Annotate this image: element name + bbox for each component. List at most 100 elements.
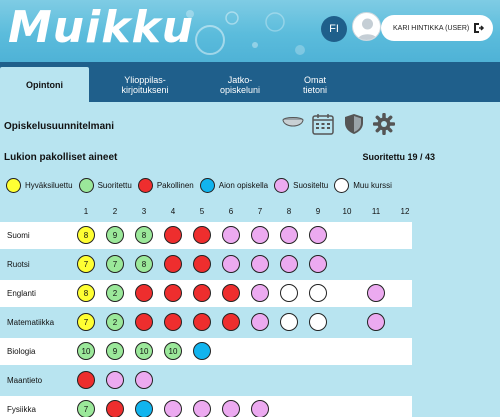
subject-row: Biologia 10 9 10 10 — [0, 338, 412, 365]
legend-dot-green — [78, 178, 94, 193]
course-dot[interactable]: 7 — [77, 400, 95, 417]
tab-label: Opintoni — [26, 79, 63, 90]
course-dot[interactable] — [251, 400, 269, 417]
course-dot[interactable] — [135, 284, 153, 302]
subject-row: Fysiikka 7 — [0, 396, 412, 417]
column-number: 6 — [228, 207, 234, 216]
legend-label: Pakollinen — [156, 181, 194, 190]
course-dot[interactable]: 9 — [106, 342, 124, 360]
course-dot[interactable]: 9 — [106, 226, 124, 244]
course-dot[interactable] — [164, 226, 182, 244]
course-dot[interactable] — [309, 255, 327, 273]
legend-label: Aion opiskella — [218, 181, 269, 190]
legend-label: Suositeltu — [293, 181, 329, 190]
course-dot[interactable] — [367, 284, 385, 302]
course-dot[interactable]: 2 — [106, 313, 124, 331]
subject-group-title: Lukion pakolliset aineet — [4, 152, 118, 163]
tab-jatko-opiskeluni[interactable]: Jatko- opiskeluni — [195, 67, 285, 102]
course-dot[interactable]: 10 — [135, 342, 153, 360]
column-number: 10 — [342, 207, 352, 216]
course-dot[interactable] — [164, 313, 182, 331]
tab-omat-tietoni[interactable]: Omat tietoni — [275, 67, 355, 102]
column-number: 3 — [141, 207, 147, 216]
course-dot[interactable] — [222, 255, 240, 273]
course-dot[interactable]: 10 — [164, 342, 182, 360]
app-logo[interactable]: Muikku — [8, 3, 194, 53]
language-button[interactable]: FI — [321, 16, 347, 42]
course-dot[interactable] — [222, 284, 240, 302]
course-dot[interactable]: 8 — [135, 255, 153, 273]
logout-icon[interactable] — [473, 22, 485, 34]
course-dot[interactable] — [280, 284, 298, 302]
course-dot[interactable]: 7 — [77, 255, 95, 273]
course-dot[interactable] — [251, 226, 269, 244]
bowl-icon[interactable] — [281, 116, 305, 132]
course-dot[interactable] — [280, 226, 298, 244]
course-dot[interactable] — [193, 226, 211, 244]
course-dot[interactable] — [222, 400, 240, 417]
legend-item: Hyväksiluettu — [6, 178, 73, 193]
course-dot[interactable] — [135, 371, 153, 389]
course-dot[interactable] — [251, 313, 269, 331]
legend-dot-red — [137, 178, 153, 193]
legend-dot-yellow — [6, 178, 21, 193]
subject-name: Fysiikka — [7, 405, 36, 414]
course-dot[interactable] — [193, 313, 211, 331]
course-dot[interactable] — [164, 400, 182, 417]
user-menu[interactable]: KARI HINTIKKA (USER) — [381, 15, 493, 41]
course-dot[interactable] — [193, 342, 211, 360]
course-dot[interactable] — [193, 400, 211, 417]
subject-name: Maantieto — [7, 376, 43, 385]
legend-label: Hyväksiluettu — [25, 181, 73, 190]
course-dot[interactable] — [222, 226, 240, 244]
course-dot[interactable] — [135, 313, 153, 331]
course-dot[interactable] — [222, 313, 240, 331]
course-dot[interactable] — [193, 284, 211, 302]
subject-row: Maantieto — [0, 367, 412, 394]
course-dot[interactable] — [309, 226, 327, 244]
course-dot[interactable] — [164, 255, 182, 273]
course-dot[interactable]: 7 — [77, 313, 95, 331]
user-avatar[interactable] — [352, 12, 381, 41]
progress-status: Suoritettu 19 / 43 — [362, 152, 435, 162]
course-dot[interactable] — [309, 313, 327, 331]
course-dot[interactable] — [193, 255, 211, 273]
course-dot[interactable] — [251, 255, 269, 273]
legend-dot-pink — [274, 178, 290, 193]
course-dot[interactable]: 8 — [77, 226, 95, 244]
course-dot[interactable]: 7 — [106, 255, 124, 273]
subject-name: Suomi — [7, 231, 30, 240]
legend-item: Suositeltu — [274, 178, 328, 193]
tab-ylioppilaskirjoitukseni[interactable]: Ylioppilas- kirjoitukseni — [100, 67, 190, 102]
column-number: 4 — [170, 207, 176, 216]
shield-icon[interactable] — [344, 113, 364, 135]
subject-name: Matematiikka — [7, 318, 55, 327]
course-dot[interactable] — [280, 255, 298, 273]
page-title: Opiskelusuunnitelmani — [4, 121, 115, 132]
column-number: 8 — [286, 207, 292, 216]
course-dot[interactable]: 10 — [77, 342, 95, 360]
course-dot[interactable]: 8 — [135, 226, 153, 244]
course-dot[interactable] — [164, 284, 182, 302]
course-dot[interactable] — [77, 371, 95, 389]
course-dot[interactable]: 2 — [106, 284, 124, 302]
course-dot[interactable] — [106, 371, 124, 389]
course-dot[interactable] — [135, 400, 153, 417]
subject-row: Suomi 8 9 8 — [0, 222, 412, 249]
course-dot[interactable] — [309, 284, 327, 302]
legend-item: Pakollinen — [137, 178, 194, 193]
course-dot[interactable] — [367, 313, 385, 331]
calendar-icon[interactable] — [312, 113, 334, 135]
tab-label: Ylioppilas- kirjoitukseni — [121, 74, 169, 95]
course-dot[interactable] — [106, 400, 124, 417]
main-navigation: Opintoni Ylioppilas- kirjoitukseni Jatko… — [0, 62, 500, 102]
course-dot[interactable] — [251, 284, 269, 302]
legend-label: Suoritettu — [97, 181, 132, 190]
subject-row: Matematiikka 7 2 — [0, 309, 412, 336]
tab-label: Jatko- opiskeluni — [219, 74, 261, 95]
tab-opintoni[interactable]: Opintoni — [0, 67, 89, 102]
course-dot[interactable]: 8 — [77, 284, 95, 302]
column-number: 2 — [112, 207, 118, 216]
course-dot[interactable] — [280, 313, 298, 331]
gear-icon[interactable] — [373, 113, 395, 135]
